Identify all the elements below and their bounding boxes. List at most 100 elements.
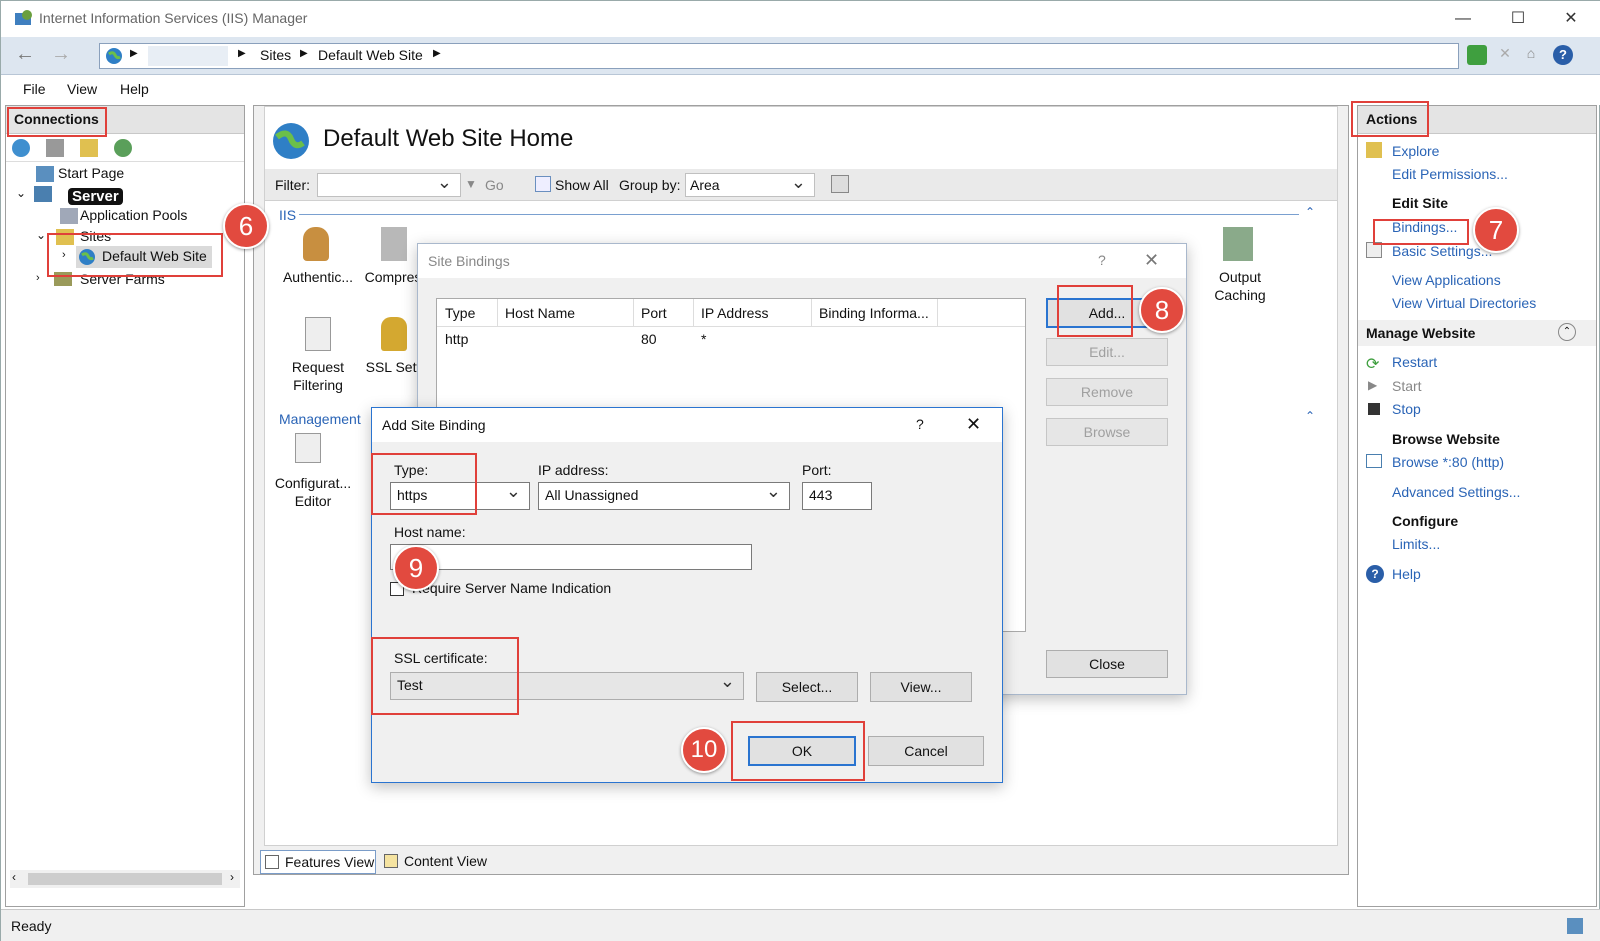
group-by-select[interactable]: Area [685, 172, 815, 197]
crumb-sites[interactable]: Sites [260, 47, 291, 63]
table-row[interactable]: http 80 * [437, 327, 1025, 353]
action-stop[interactable]: Stop [1392, 401, 1421, 417]
col-ip-address[interactable]: IP Address [701, 305, 768, 321]
ip-address-value: All Unassigned [545, 487, 639, 503]
tree-server[interactable]: Server [68, 188, 123, 205]
menu-view[interactable]: View [67, 81, 97, 97]
forward-arrow-icon[interactable]: → [51, 43, 71, 66]
port-input[interactable]: 443 [802, 482, 872, 510]
stop-icon[interactable]: ✕ [1495, 45, 1515, 65]
action-start[interactable]: Start [1392, 378, 1422, 394]
port-label: Port: [802, 462, 832, 478]
cancel-button[interactable]: Cancel [868, 736, 984, 766]
edit-button[interactable]: Edit... [1046, 338, 1168, 366]
connect-icon[interactable] [12, 139, 30, 157]
folder-up-icon[interactable] [80, 139, 98, 157]
iis-manager-window: Internet Information Services (IIS) Mana… [0, 0, 1600, 941]
view-certificate-button[interactable]: View... [870, 672, 972, 702]
host-name-input[interactable] [390, 544, 752, 570]
col-port[interactable]: Port [641, 305, 667, 321]
add-binding-titlebar: Add Site Binding ? ✕ [372, 408, 1002, 442]
config-editor-icon [295, 433, 321, 463]
action-limits[interactable]: Limits... [1392, 536, 1440, 552]
collapse-group-icon[interactable]: ⌃ [1558, 323, 1576, 341]
close-dialog-button[interactable]: Close [1046, 650, 1168, 678]
refresh-icon[interactable] [1467, 45, 1487, 65]
action-advanced-settings[interactable]: Advanced Settings... [1392, 484, 1520, 500]
address-field[interactable]: ▶ ▶ Sites ▶ Default Web Site ▶ [99, 43, 1459, 69]
connections-toolbar [6, 134, 244, 162]
back-arrow-icon[interactable]: ← [15, 43, 35, 66]
crumb-default-web-site[interactable]: Default Web Site [318, 47, 423, 63]
browse-icon [1366, 454, 1382, 468]
features-view-tab[interactable]: Features View [260, 850, 376, 874]
add-binding-help[interactable]: ? [916, 416, 924, 432]
action-restart[interactable]: Restart [1392, 354, 1437, 370]
expand-chevron-icon[interactable]: › [36, 272, 40, 284]
annotation-box-add [1057, 285, 1133, 337]
home-icon[interactable]: ⌂ [1521, 45, 1541, 65]
feature-compression[interactable]: Compres [361, 227, 425, 297]
filter-input[interactable] [317, 172, 461, 197]
scroll-right-icon[interactable]: › [230, 870, 234, 884]
content-view-icon [384, 854, 398, 868]
action-explore[interactable]: Explore [1392, 143, 1439, 159]
ip-address-label: IP address: [538, 462, 609, 478]
feature-authentication[interactable]: Authentic... [275, 227, 361, 297]
scroll-left-icon[interactable]: ‹ [12, 870, 16, 884]
save-icon[interactable] [46, 139, 64, 157]
feature-request-filtering[interactable]: Request Filtering [275, 317, 361, 397]
globe-icon [106, 48, 122, 64]
collapse-section-icon[interactable]: ⌃ [1305, 205, 1315, 219]
col-binding-info[interactable]: Binding Informa... [819, 305, 929, 321]
menu-file[interactable]: File [23, 81, 46, 97]
connections-panel: Connections Start Page ⌄ Server Applicat… [5, 105, 245, 907]
column-divider [811, 299, 812, 327]
disconnect-icon[interactable] [114, 139, 132, 157]
feature-output-caching[interactable]: Output Caching [1205, 227, 1275, 307]
globe-icon [273, 123, 309, 159]
menu-help[interactable]: Help [120, 81, 149, 97]
features-view-icon [265, 855, 279, 869]
select-certificate-button[interactable]: Select... [756, 672, 858, 702]
site-bindings-close-icon[interactable]: ✕ [1144, 250, 1159, 271]
go-button[interactable]: Go [485, 177, 504, 193]
host-name-label: Host name: [394, 524, 466, 540]
collapse-chevron-icon[interactable]: ⌄ [16, 186, 26, 200]
close-button[interactable]: ✕ [1559, 7, 1583, 31]
edit-site-heading: Edit Site [1392, 195, 1449, 211]
maximize-button[interactable]: ☐ [1506, 7, 1530, 31]
minimize-button[interactable]: — [1451, 7, 1475, 31]
feature-ssl-settings[interactable]: SSL Sett [361, 317, 425, 387]
browse-website-heading: Browse Website [1392, 431, 1500, 447]
action-view-applications[interactable]: View Applications [1392, 272, 1501, 288]
feature-configuration-editor[interactable]: Configurat... Editor [265, 433, 361, 513]
col-type[interactable]: Type [445, 305, 475, 321]
configure-heading: Configure [1392, 513, 1459, 529]
scroll-thumb[interactable] [28, 873, 222, 885]
action-browse-80[interactable]: Browse *:80 (http) [1392, 454, 1504, 470]
show-all-button[interactable]: Show All [555, 177, 609, 193]
feature-label: Authentic... [282, 269, 354, 285]
redacted-server-crumb [148, 46, 228, 66]
action-basic-settings[interactable]: Basic Settings... [1392, 243, 1492, 259]
content-view-tab[interactable]: Content View [380, 850, 500, 874]
ip-address-select[interactable]: All Unassigned [538, 481, 790, 510]
view-mode-icon[interactable] [831, 175, 849, 193]
remove-button[interactable]: Remove [1046, 378, 1168, 406]
help-icon[interactable]: ? [1553, 45, 1573, 65]
action-edit-permissions[interactable]: Edit Permissions... [1392, 166, 1508, 182]
add-binding-close-icon[interactable]: ✕ [966, 414, 981, 435]
collapse-section-icon[interactable]: ⌃ [1305, 409, 1315, 423]
collapse-chevron-icon[interactable]: ⌄ [36, 228, 46, 242]
action-view-virtual-directories[interactable]: View Virtual Directories [1392, 295, 1536, 311]
tree-start-page[interactable]: Start Page [58, 165, 124, 181]
tree-application-pools[interactable]: Application Pools [80, 207, 187, 223]
horizontal-scrollbar[interactable]: ‹ › [10, 870, 240, 888]
request-filtering-icon [305, 317, 331, 351]
site-bindings-help[interactable]: ? [1098, 252, 1106, 268]
annotation-box-ssl [371, 637, 519, 715]
col-host-name[interactable]: Host Name [505, 305, 575, 321]
browse-button[interactable]: Browse [1046, 418, 1168, 446]
action-help[interactable]: Help [1392, 566, 1421, 582]
